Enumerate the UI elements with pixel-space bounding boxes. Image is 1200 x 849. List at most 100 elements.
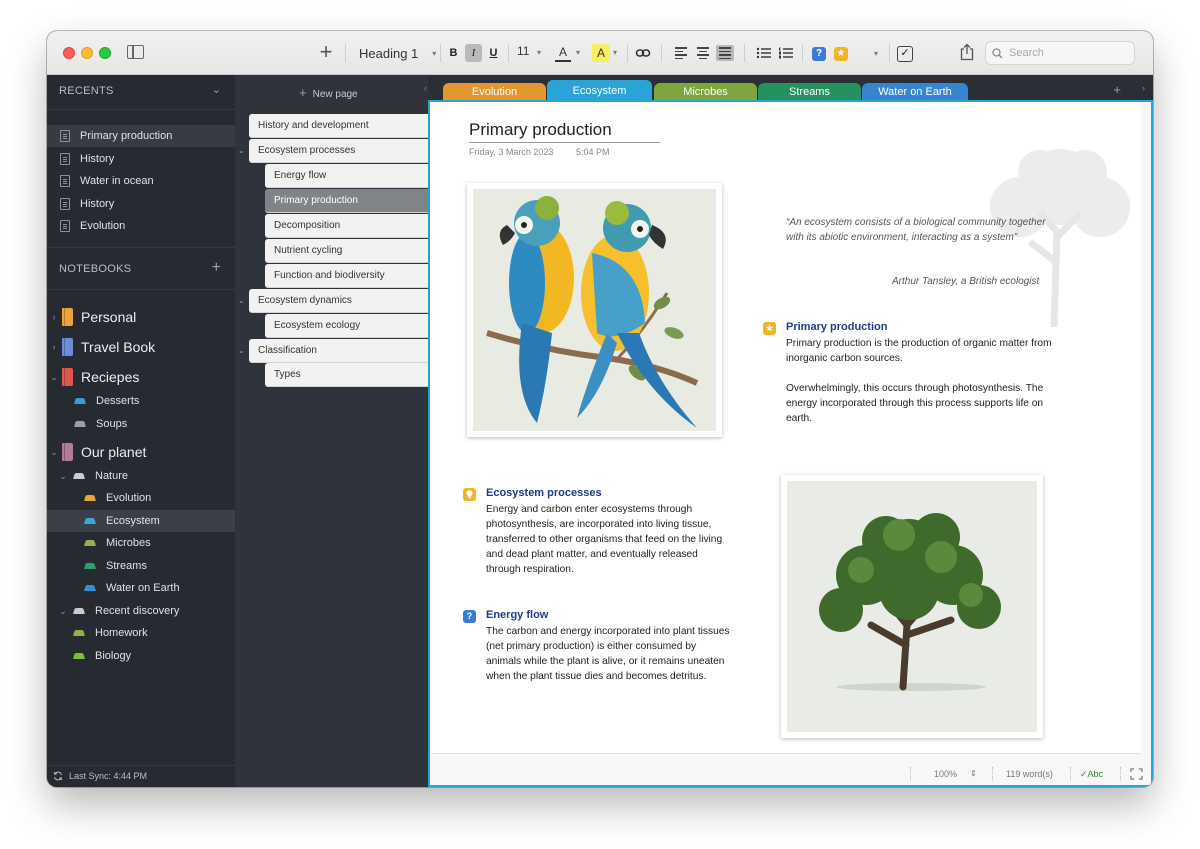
section-group-recent-discovery[interactable]: ⌄ Recent discovery xyxy=(47,600,235,622)
font-color-button[interactable]: A xyxy=(555,44,571,62)
page-title[interactable]: Primary production xyxy=(469,120,612,140)
new-page-button[interactable]: + New page xyxy=(299,85,358,100)
search-input[interactable] xyxy=(1009,47,1119,59)
chevron-down-icon[interactable]: ⌄ xyxy=(57,471,69,482)
font-size-select[interactable]: 11 xyxy=(517,44,529,58)
close-window-button[interactable] xyxy=(63,47,75,59)
recent-item[interactable]: Water in ocean xyxy=(47,170,235,192)
add-notebook-icon[interactable]: + xyxy=(212,259,221,277)
quote-text[interactable]: “An ecosystem consists of a biological c… xyxy=(786,215,1056,245)
section-biology[interactable]: Biology xyxy=(47,645,235,667)
link-icon[interactable] xyxy=(635,45,651,61)
toolbar: + Heading 1 ▾ B I U 11 ▾ A ▾ A ▾ ? ★ ▾ ✓… xyxy=(47,31,1153,75)
quote-author[interactable]: Arthur Tansley, a British ecologist xyxy=(892,276,1039,287)
page-item[interactable]: History and development xyxy=(249,114,428,138)
page-item[interactable]: Classification xyxy=(249,339,428,363)
notebook-reciepes[interactable]: ⌄ Reciepes xyxy=(47,364,235,390)
align-justify-button[interactable] xyxy=(716,45,734,61)
section-soups[interactable]: Soups xyxy=(47,413,235,435)
recent-item[interactable]: History xyxy=(47,193,235,215)
notebook-our-planet[interactable]: ⌄ Our planet xyxy=(47,439,235,465)
page-item[interactable]: Energy flow xyxy=(265,164,428,188)
chevron-down-icon[interactable]: ⌄ xyxy=(238,146,245,155)
add-tab-icon[interactable]: + xyxy=(1113,82,1121,97)
zoom-window-button[interactable] xyxy=(99,47,111,59)
section-group-nature[interactable]: ⌄ Nature xyxy=(47,465,235,487)
fullscreen-icon[interactable] xyxy=(1130,768,1143,780)
search-icon xyxy=(992,47,1003,58)
section-evolution[interactable]: Evolution xyxy=(47,487,235,509)
page-item[interactable]: Ecosystem dynamics xyxy=(249,289,428,313)
section-water-on-earth[interactable]: Water on Earth xyxy=(47,577,235,599)
section-icon xyxy=(84,518,96,524)
note-primary-production[interactable]: ★ Primary production Primary production … xyxy=(763,321,1061,426)
page-item[interactable]: Decomposition xyxy=(265,214,428,238)
page-item[interactable]: Ecosystem ecology xyxy=(265,314,428,338)
highlight-button[interactable]: A xyxy=(592,44,610,62)
minimize-window-button[interactable] xyxy=(81,47,93,59)
parrots-image[interactable] xyxy=(467,183,722,437)
sync-status[interactable]: Last Sync: 4:44 PM xyxy=(53,771,147,781)
chevron-left-icon[interactable]: ‹ xyxy=(424,83,427,93)
star-tag-icon[interactable]: ★ xyxy=(763,322,776,335)
page-item[interactable]: Ecosystem processes xyxy=(249,139,428,163)
section-group-label: Nature xyxy=(95,470,129,482)
page-item[interactable]: Function and biodiversity xyxy=(265,264,428,288)
section-streams[interactable]: Streams xyxy=(47,555,235,577)
recent-item[interactable]: Evolution xyxy=(47,215,235,237)
tab-microbes[interactable]: Microbes xyxy=(654,83,757,101)
underline-button[interactable]: U xyxy=(485,44,502,62)
section-homework[interactable]: Homework xyxy=(47,622,235,644)
zoom-stepper-icon[interactable]: ⇕ xyxy=(970,769,977,778)
bold-button[interactable]: B xyxy=(445,44,462,62)
page-item[interactable]: Nutrient cycling xyxy=(265,239,428,263)
checkbox-tag-button[interactable]: ✓ xyxy=(897,46,913,62)
chevron-down-icon[interactable]: ⌄ xyxy=(212,83,221,96)
align-left-button[interactable] xyxy=(672,45,690,61)
tree-image[interactable] xyxy=(781,475,1043,738)
tab-ecosystem[interactable]: Ecosystem xyxy=(547,80,652,102)
notebook-personal[interactable]: › Personal xyxy=(47,304,235,330)
paragraph-style-select[interactable]: Heading 1 ▾ xyxy=(359,43,436,63)
page-item[interactable]: Types xyxy=(265,363,428,387)
chevron-down-icon[interactable]: ⌄ xyxy=(48,372,60,383)
spellcheck-button[interactable]: ✓Abc xyxy=(1080,769,1103,780)
note-energy-flow[interactable]: ? Energy flow The carbon and energy inco… xyxy=(463,609,731,684)
page-canvas[interactable]: Primary production Friday, 3 March 2023 … xyxy=(430,102,1141,754)
chevron-down-icon[interactable]: ⌄ xyxy=(57,606,69,617)
align-center-button[interactable] xyxy=(694,45,712,61)
bullet-list-icon[interactable] xyxy=(755,45,773,61)
recent-item[interactable]: History xyxy=(47,148,235,170)
share-icon[interactable] xyxy=(960,43,974,61)
italic-button[interactable]: I xyxy=(465,44,482,62)
search-field[interactable] xyxy=(985,41,1135,65)
add-icon[interactable]: + xyxy=(317,39,335,64)
chevron-right-icon[interactable]: › xyxy=(1142,83,1145,93)
chevron-right-icon[interactable]: › xyxy=(48,312,60,322)
note-ecosystem-processes[interactable]: Ecosystem processes Energy and carbon en… xyxy=(463,487,731,577)
section-ecosystem[interactable]: Ecosystem xyxy=(47,510,235,532)
question-tag-icon[interactable]: ? xyxy=(463,610,476,623)
sidebar-toggle-icon[interactable] xyxy=(127,45,144,59)
tab-streams[interactable]: Streams xyxy=(758,83,861,101)
star-tag-icon[interactable]: ★ xyxy=(834,47,848,61)
page-editor[interactable]: Primary production Friday, 3 March 2023 … xyxy=(428,100,1153,787)
page-item-active[interactable]: Primary production xyxy=(265,189,428,213)
paragraph-style-value: Heading 1 xyxy=(359,45,419,61)
chevron-right-icon[interactable]: › xyxy=(48,342,60,352)
chevron-down-icon[interactable]: ⌄ xyxy=(238,296,245,305)
chevron-down-icon[interactable]: ⌄ xyxy=(238,346,245,355)
tab-water-on-earth[interactable]: Water on Earth xyxy=(862,83,968,101)
question-tag-icon[interactable]: ? xyxy=(812,47,826,61)
recent-item[interactable]: Primary production xyxy=(47,125,235,147)
zoom-level[interactable]: 100% xyxy=(934,769,957,779)
section-desserts[interactable]: Desserts xyxy=(47,390,235,412)
chevron-down-icon[interactable]: ▾ xyxy=(874,49,878,58)
lightbulb-tag-icon[interactable] xyxy=(463,488,476,501)
chevron-down-icon[interactable]: ⌄ xyxy=(48,447,60,458)
numbered-list-icon[interactable] xyxy=(777,45,795,61)
notebook-travel-book[interactable]: › Travel Book xyxy=(47,334,235,360)
recent-item-label: History xyxy=(80,198,115,210)
section-microbes[interactable]: Microbes xyxy=(47,532,235,554)
tab-evolution[interactable]: Evolution xyxy=(443,83,546,101)
